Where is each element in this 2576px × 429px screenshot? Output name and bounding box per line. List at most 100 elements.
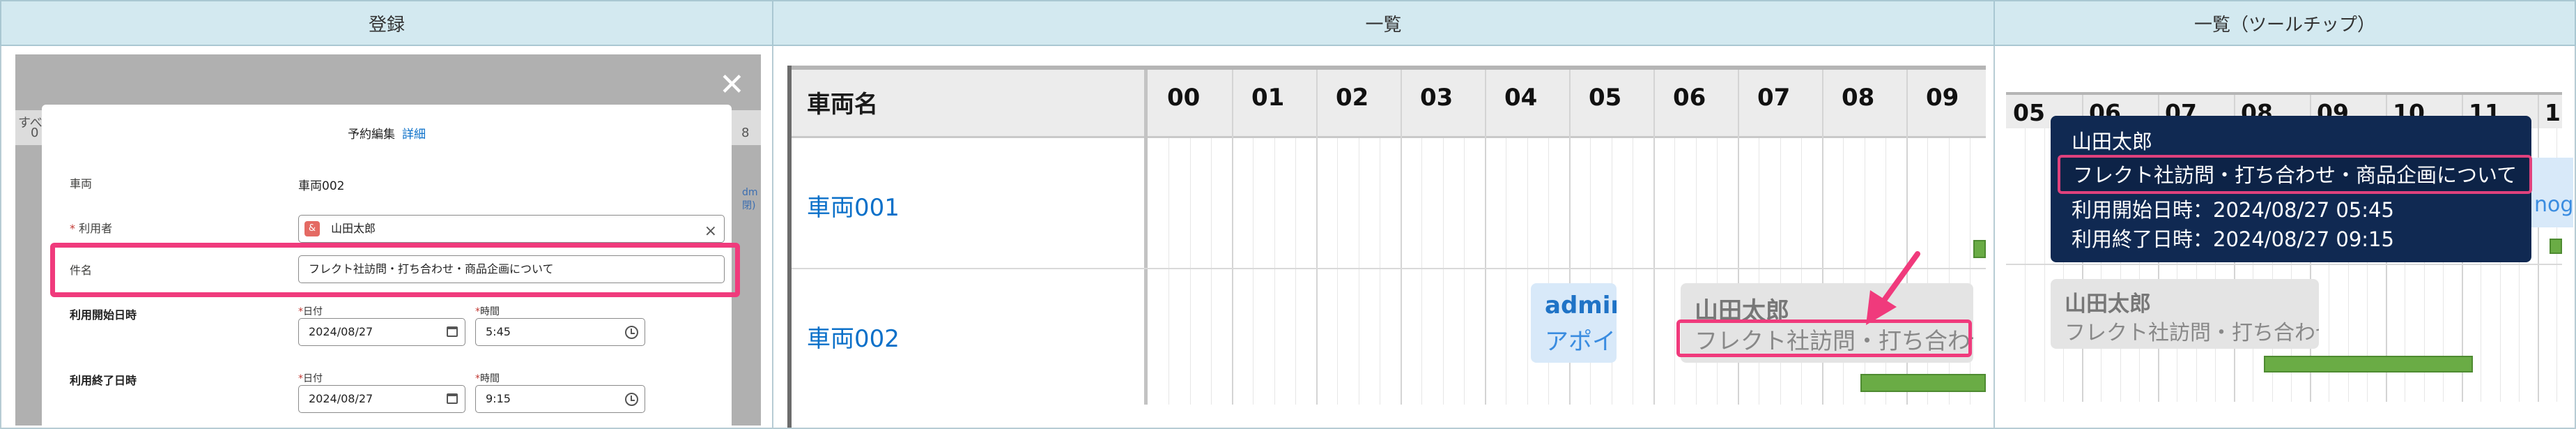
hour-header: 1: [2545, 99, 2561, 126]
detail-link[interactable]: 詳細: [402, 128, 426, 142]
calendar-icon[interactable]: [447, 326, 458, 337]
modal-backdrop: すべ 0 8 dm 閉) ✕ 予約編集 詳細 車両 車両002 * 利用者 & 山…: [15, 54, 761, 426]
hour-header: 05: [1589, 84, 1622, 112]
hour-header: 05: [2013, 99, 2045, 126]
quarter-line: [2025, 128, 2026, 402]
clock-icon[interactable]: [625, 326, 638, 339]
header-list-tooltip-label: 一覧（ツールチップ）: [2193, 14, 2375, 36]
hour-line: [2538, 95, 2539, 402]
start-time-label: 時間: [480, 306, 500, 317]
start-date-value: 2024/08/27: [309, 325, 373, 338]
hour-header: 01: [1251, 84, 1285, 112]
hour-header: 00: [1167, 84, 1201, 112]
required-mark: *: [70, 222, 75, 235]
vehicle-name-column-header: 車両名: [807, 91, 878, 119]
end-time-input[interactable]: 9:15: [475, 385, 645, 413]
hour-header: 06: [1673, 84, 1706, 112]
end-date-label: 日付: [303, 373, 323, 384]
subject-highlight: [50, 243, 740, 297]
gantt-left-border: [787, 66, 792, 428]
tooltip-start: 利用開始日時：2024/08/27 05:45: [2072, 198, 2394, 222]
panel-list-tooltip: 05 06 07 08 09 10 11 1 nog 山田太郎 フレクト社訪問・打ち合わせ 山…: [1993, 46, 2576, 429]
tooltip-subject: フレクト社訪問・打ち合わせ・商品企画について: [2058, 155, 2533, 194]
start-date-label: 日付: [303, 306, 323, 317]
start-time-value: 5:45: [486, 325, 511, 338]
start-date-input[interactable]: 2024/08/27: [298, 318, 465, 346]
quarter-line: [1463, 138, 1465, 405]
quarter-line: [1948, 138, 1950, 405]
header-list: 一覧: [772, 0, 1995, 46]
modal-title: 予約編集 詳細: [42, 124, 732, 142]
tooltip-user: 山田太郎: [2072, 130, 2153, 153]
quarter-line: [1337, 138, 1339, 405]
gantt-bar[interactable]: [2550, 239, 2562, 254]
quarter-line: [1189, 138, 1191, 405]
quarter-line: [1274, 138, 1275, 405]
event-tooltip: 山田太郎 フレクト社訪問・打ち合わせ・商品企画について 利用開始日時：2024/…: [2051, 116, 2533, 262]
event-side-partial[interactable]: nog: [2531, 158, 2573, 227]
hour-line: [1316, 70, 1318, 405]
vehicle-value: 車両002: [298, 179, 345, 193]
gantt-bar[interactable]: [1860, 374, 1986, 392]
pointer-arrow-icon: [1866, 251, 1920, 325]
hour-line: [1653, 70, 1655, 405]
hour-header: 09: [1926, 84, 1959, 112]
user-lookup-field[interactable]: & 山田太郎 ×: [298, 215, 725, 243]
end-date-value: 2024/08/27: [309, 392, 373, 405]
quarter-line: [1674, 138, 1676, 405]
quarter-line: [1527, 138, 1528, 405]
quarter-line: [2044, 128, 2045, 402]
gantt-row-divider: [792, 268, 1986, 269]
clear-icon[interactable]: ×: [704, 218, 717, 244]
quarter-line: [1716, 138, 1718, 405]
user-label: * 利用者: [70, 219, 112, 236]
start-label: 利用開始日時: [70, 308, 137, 322]
event-user: 山田太郎: [2065, 292, 2151, 317]
hour-line: [1401, 70, 1402, 405]
header-list-label: 一覧: [1365, 14, 1402, 36]
end-time-value: 9:15: [486, 392, 511, 405]
gantt-name-separator[interactable]: [1144, 70, 1148, 405]
close-icon[interactable]: ✕: [719, 70, 745, 100]
end-label: 利用終了日時: [70, 374, 137, 387]
vehicle-link-002[interactable]: 車両002: [807, 319, 900, 354]
user-value: 山田太郎: [331, 222, 376, 235]
clock-icon[interactable]: [625, 393, 638, 406]
panel-register: すべ 0 8 dm 閉) ✕ 予約編集 詳細 車両 車両002 * 利用者 & 山…: [0, 46, 773, 429]
quarter-line: [1590, 138, 1591, 405]
quarter-line: [1421, 138, 1423, 405]
event-yamada[interactable]: 山田太郎 フレクト社訪問・打ち合わせ: [2051, 279, 2319, 349]
page: 登録 一覧 一覧（ツールチップ） すべ 0 8 dm 閉) ✕ 予約編集 詳細 車…: [0, 0, 2576, 429]
gantt-header-row: [792, 70, 1986, 138]
calendar-icon[interactable]: [447, 393, 458, 404]
event-admin[interactable]: admin アポイント: [1531, 283, 1617, 363]
hour-header: 04: [1504, 84, 1538, 112]
modal-title-text: 予約編集: [348, 128, 395, 142]
start-time-input[interactable]: 5:45: [475, 318, 645, 346]
header-register-label: 登録: [368, 14, 405, 36]
quarter-line: [1295, 138, 1296, 405]
backdrop-text-right2: 閉): [742, 200, 756, 211]
hour-header: 03: [1420, 84, 1453, 112]
hour-line: [1485, 70, 1486, 405]
gantt-bar[interactable]: [1973, 240, 1986, 258]
required-mark: *: [475, 306, 480, 317]
end-date-input[interactable]: 2024/08/27: [298, 385, 465, 413]
quarter-line: [1548, 138, 1549, 405]
quarter-line: [1780, 138, 1781, 405]
backdrop-text-eight: 8: [741, 126, 750, 140]
header-list-tooltip: 一覧（ツールチップ）: [1993, 0, 2576, 46]
quarter-line: [1210, 138, 1212, 405]
required-mark: *: [298, 373, 303, 384]
header-register: 登録: [0, 0, 773, 46]
user-label-text: 利用者: [79, 222, 113, 235]
hour-line: [1232, 70, 1233, 405]
gantt-row-divider: [2006, 264, 2562, 265]
tooltip-end: 利用終了日時：2024/08/27 09:15: [2072, 227, 2394, 251]
quarter-line: [1442, 138, 1444, 405]
required-mark: *: [298, 306, 303, 317]
hour-header: 07: [1757, 84, 1791, 112]
vehicle-link-001[interactable]: 車両001: [807, 188, 900, 223]
backdrop-text-zero: 0: [31, 126, 39, 140]
gantt-bar[interactable]: [2264, 356, 2473, 372]
